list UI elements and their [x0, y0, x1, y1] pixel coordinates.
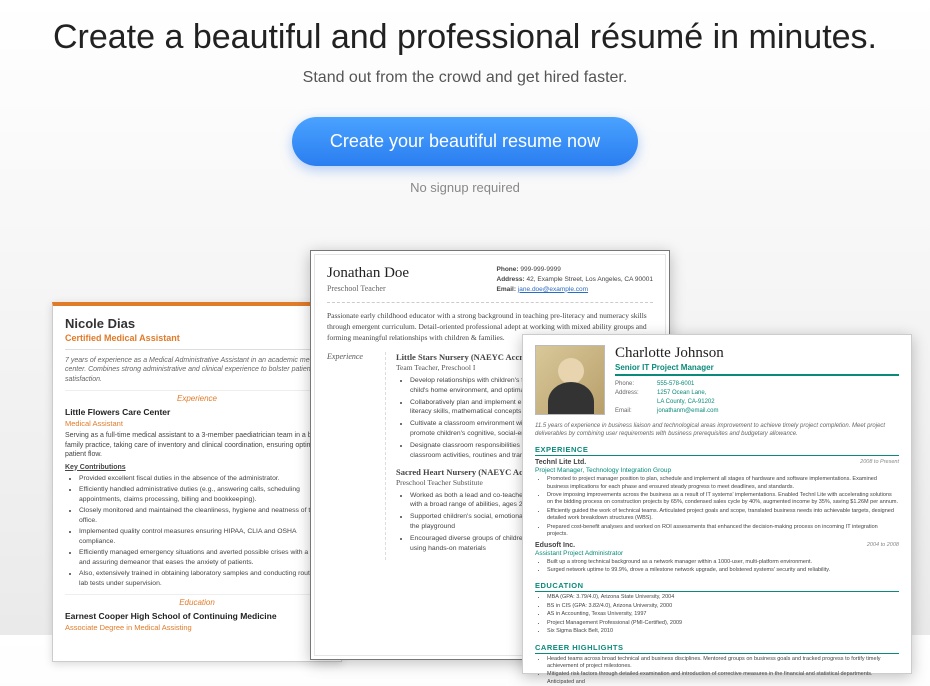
r2-phone: 999-999-9999	[520, 266, 560, 273]
signup-note: No signup required	[0, 180, 930, 195]
create-resume-button[interactable]: Create your beautiful resume now	[292, 117, 638, 166]
r3-name: Charlotte Johnson	[615, 345, 899, 362]
r3-title: Senior IT Project Manager	[615, 363, 899, 372]
r2-email: jane.doe@example.com	[518, 286, 588, 293]
r3-addr: 1257 Ocean Lane,LA County, CA-91202	[657, 389, 715, 407]
r1-name: Nicole Dias	[65, 316, 329, 331]
r3-role1: Project Manager, Technology Integration …	[535, 467, 899, 474]
r1-bullet: Also, extensively trained in obtaining l…	[79, 569, 329, 588]
hero-headline: Create a beautiful and professional résu…	[0, 18, 930, 57]
r3-email-label: Email:	[615, 407, 657, 416]
r3-photo	[535, 345, 605, 415]
r1-bullet: Implemented quality control measures ens…	[79, 527, 329, 546]
r1-summary: 7 years of experience as a Medical Admin…	[65, 356, 329, 384]
r3-edu: Six Sigma Black Belt, 2010	[547, 628, 899, 635]
r1-edu2: Associate Degree in Medical Assisting	[65, 623, 329, 632]
r1-title: Certified Medical Assistant	[65, 333, 329, 343]
r3-date2: 2004 to 2008	[867, 542, 899, 549]
r3-bullet: Surged network uptime to 99.9%, drove a …	[547, 567, 899, 574]
r3-phone-label: Phone:	[615, 380, 657, 389]
r2-name: Jonathan Doe	[327, 265, 409, 282]
r3-email: jonathanm@email.com	[657, 407, 718, 416]
resume-previews: Nicole Dias Certified Medical Assistant …	[0, 238, 930, 638]
r3-sec-highlights: CAREER HIGHLIGHTS	[535, 643, 899, 654]
r3-sec-education: EDUCATION	[535, 581, 899, 592]
resume-preview-3: Charlotte Johnson Senior IT Project Mana…	[522, 334, 912, 674]
r3-bullet: Drove imposing improvements across the b…	[547, 492, 899, 507]
r1-sec-experience: Experience	[65, 390, 329, 403]
resume-preview-1: Nicole Dias Certified Medical Assistant …	[52, 302, 342, 662]
r3-sec-experience: EXPERIENCE	[535, 445, 899, 456]
r1-sec-education: Education	[65, 594, 329, 607]
r3-edu: Project Management Professional (PMI-Cer…	[547, 620, 899, 627]
r3-bullet: Efficiently guided the work of technical…	[547, 508, 899, 523]
r3-bullet: Prepared cost-benefit analyses and worke…	[547, 524, 899, 539]
r3-highlight: Headed teams across broad technical and …	[547, 656, 899, 671]
r3-edu: MBA (GPA: 3.79/4.0), Arizona State Unive…	[547, 594, 899, 601]
r2-contact: Phone: 999-999-9999 Address: 42, Example…	[497, 265, 653, 294]
r2-email-label: Email:	[497, 286, 517, 293]
r3-date1: 2008 to Present	[860, 459, 899, 466]
r3-role2: Assistant Project Administrator	[535, 550, 899, 557]
r3-addr-label: Address:	[615, 389, 657, 407]
r1-job1: Little Flowers Care Center	[65, 407, 329, 417]
hero-subheadline: Stand out from the crowd and get hired f…	[0, 69, 930, 87]
r3-highlight: Mitigated risk factors through detailed …	[547, 671, 899, 686]
r1-bullet: Provided excellent fiscal duties in the …	[79, 474, 329, 484]
r2-phone-label: Phone:	[497, 266, 519, 273]
r1-body1: Serving as a full-time medical assistant…	[65, 431, 329, 459]
r1-bullet: Closely monitored and maintained the cle…	[79, 506, 329, 525]
r1-bullet: Efficiently managed emergency situations…	[79, 548, 329, 567]
r1-key-contrib: Key Contributions	[65, 464, 329, 471]
r2-sec-experience: Experience	[327, 352, 385, 560]
r3-bullet: Promoted to project manager position to …	[547, 476, 899, 491]
r3-phone: 555-578-6001	[657, 380, 694, 389]
r2-addr-label: Address:	[497, 276, 525, 283]
r3-bullet: Built up a strong technical background a…	[547, 559, 899, 566]
r3-edu: AS in Accounting, Texas University, 1997	[547, 611, 899, 618]
r2-addr: 42, Example Street, Los Angeles, CA 9000…	[527, 276, 653, 283]
r3-edu: BS in CIS (GPA: 3.82/4.0), Arizona Unive…	[547, 603, 899, 610]
r1-edu1: Earnest Cooper High School of Continuing…	[65, 611, 329, 621]
r1-bullet: Efficiently handled administrative dutie…	[79, 485, 329, 504]
r3-summary: 11.5 years of experience in business lia…	[535, 422, 899, 438]
r1-role1: Medical Assistant	[65, 419, 329, 428]
r2-title: Preschool Teacher	[327, 284, 409, 293]
r3-job1: Technl Lite Ltd.	[535, 459, 586, 466]
r3-job2: Edusoft Inc.	[535, 542, 575, 549]
